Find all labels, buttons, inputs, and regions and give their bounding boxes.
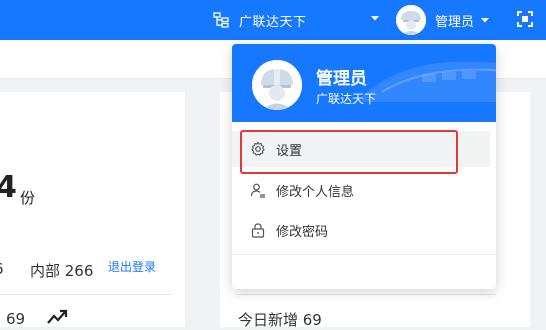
user-edit-icon [250,183,265,198]
top-header-bar: 广联达天下 管理员 [0,0,546,40]
highlight-annotation-box [240,130,458,174]
trend-up-icon [47,309,68,324]
org-selector[interactable]: 广联达天下 [210,6,384,34]
caret-down-icon [371,16,379,21]
total-count-value: 4 [0,170,17,205]
lock-icon [251,223,265,238]
user-menu-trigger[interactable]: 管理员 [396,4,501,36]
profile-org: 广联达天下 [316,92,377,106]
caret-down-icon [481,18,490,23]
avatar [396,5,426,35]
header-username: 管理员 [435,14,475,30]
divider [0,294,172,295]
menu-item-label: 修改密码 [276,224,329,240]
avatar [252,60,302,110]
dropdown-profile-header: 管理员 广联达天下 [232,44,496,122]
fullscreen-icon[interactable] [516,10,534,28]
menu-item-edit-profile[interactable]: 修改个人信息 [232,172,490,208]
divider [232,254,496,255]
growth-value: 69 [6,310,26,328]
train-watermark-icon [362,61,496,102]
org-tree-icon [213,12,229,28]
stats-card-left [0,92,185,327]
worker-avatar-icon [252,60,302,110]
logout-link[interactable]: 退出登录 [0,258,264,275]
worker-avatar-icon [396,5,426,35]
profile-name: 管理员 [316,69,367,89]
divider [236,294,496,295]
menu-item-label: 修改个人信息 [276,184,355,200]
menu-item-change-password[interactable]: 修改密码 [232,212,490,248]
org-name: 广联达天下 [239,14,307,30]
total-count-unit: 份 [20,189,36,207]
